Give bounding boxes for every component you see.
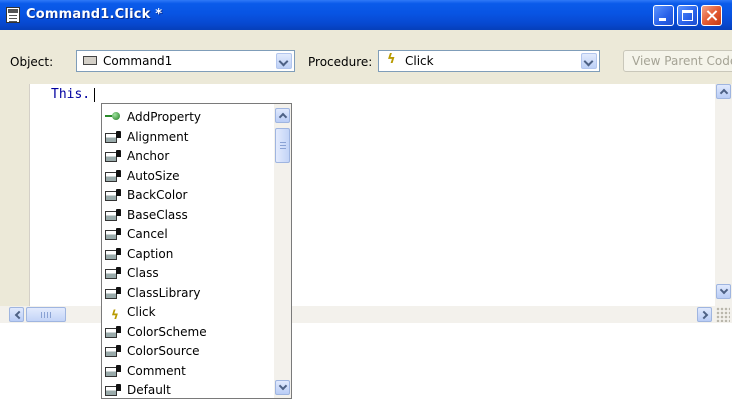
member-list-item[interactable]: Comment	[102, 362, 274, 382]
member-list-item-label: Cancel	[127, 227, 168, 241]
member-list-item[interactable]: Default	[102, 381, 274, 398]
chevron-down-icon[interactable]	[581, 53, 597, 69]
property-icon	[105, 130, 123, 144]
member-list-item[interactable]: Caption	[102, 245, 274, 265]
member-list-item[interactable]: BaseClass	[102, 206, 274, 226]
scroll-down-icon[interactable]	[275, 380, 290, 395]
member-list-item-label: Comment	[127, 363, 186, 378]
member-list-item[interactable]: ColorScheme	[102, 323, 274, 343]
member-list-item[interactable]: BackColor	[102, 186, 274, 206]
object-dropdown[interactable]: Command1	[76, 50, 295, 72]
property-icon	[105, 169, 123, 183]
property-icon	[105, 150, 123, 163]
member-list-item[interactable]: Cancel	[102, 225, 274, 245]
member-list-item[interactable]: ColorSource	[102, 342, 274, 362]
member-list-item[interactable]: Anchor	[102, 147, 274, 167]
member-list-item-label: Default	[127, 383, 171, 397]
member-list-item[interactable]: Alignment	[102, 128, 274, 148]
window-title: Command1.Click *	[26, 7, 163, 22]
member-list-items: AddProperty Alignment Anchor AutoSize BackCo…	[102, 108, 274, 398]
view-parent-code-button[interactable]: View Parent Code	[623, 50, 732, 72]
chevron-down-icon[interactable]	[276, 53, 292, 69]
member-list-scrollbar[interactable]	[274, 104, 291, 398]
member-list-item-label: Click	[127, 305, 156, 319]
member-list-item-label: ColorScheme	[127, 324, 207, 339]
scroll-left-icon[interactable]	[9, 307, 24, 322]
procedure-dropdown-value: Click	[405, 54, 434, 68]
member-list-item-label: BaseClass	[127, 207, 188, 222]
member-list-item-label: ClassLibrary	[127, 285, 201, 300]
method-icon	[105, 111, 123, 124]
code-text: This.	[51, 87, 91, 102]
member-list-item-label: ColorSource	[127, 344, 200, 358]
maximize-button[interactable]	[677, 5, 698, 26]
code-toolbar: Object: Command1 Procedure: ϟ Click View…	[0, 30, 732, 84]
procedure-dropdown[interactable]: ϟ Click	[378, 50, 600, 72]
member-list-item[interactable]: ClassLibrary	[102, 284, 274, 304]
property-icon	[105, 384, 123, 397]
member-list-item-label: AddProperty	[127, 110, 202, 124]
scroll-right-icon[interactable]	[697, 307, 712, 322]
intellisense-member-list[interactable]: AddProperty Alignment Anchor AutoSize BackCo…	[101, 103, 292, 399]
scroll-up-icon[interactable]	[275, 108, 290, 123]
member-list-item[interactable]: AutoSize	[102, 167, 274, 187]
horizontal-scroll-thumb[interactable]	[26, 307, 66, 322]
close-button[interactable]	[701, 5, 722, 26]
minimize-button[interactable]	[653, 5, 674, 26]
property-icon	[105, 208, 123, 222]
lightning-icon: ϟ	[387, 52, 396, 67]
object-dropdown-value: Command1	[103, 54, 173, 68]
object-label: Object:	[10, 55, 54, 69]
resize-grip-icon[interactable]	[716, 307, 730, 322]
vertical-scrollbar[interactable]	[715, 84, 732, 306]
title-bar[interactable]: Command1.Click *	[0, 0, 732, 30]
member-list-item-label: Alignment	[127, 129, 189, 144]
member-list-item-label: Anchor	[127, 149, 170, 163]
command-button-icon	[83, 56, 97, 65]
property-icon	[105, 228, 123, 241]
property-icon	[105, 189, 123, 202]
property-icon	[105, 267, 123, 280]
member-list-scroll-thumb[interactable]	[275, 128, 290, 163]
procedure-label: Procedure:	[308, 55, 373, 69]
property-icon	[105, 247, 123, 261]
property-icon	[105, 364, 123, 378]
member-list-item-label: Caption	[127, 246, 174, 261]
member-list-item-label: Class	[127, 266, 159, 280]
property-icon	[105, 325, 123, 339]
code-line[interactable]: This.	[51, 87, 96, 102]
member-list-item-label: BackColor	[127, 188, 188, 202]
property-icon	[105, 286, 123, 300]
code-window-icon	[6, 7, 20, 23]
member-list-item[interactable]: AddProperty	[102, 108, 274, 128]
member-list-item-label: AutoSize	[127, 168, 180, 183]
scroll-up-icon[interactable]	[716, 84, 731, 99]
member-list-item[interactable]: ϟ Click	[102, 303, 274, 323]
property-icon	[105, 345, 123, 358]
editor-gutter	[11, 84, 30, 306]
scroll-down-icon[interactable]	[716, 284, 731, 299]
text-caret	[94, 87, 96, 102]
lightning-icon: ϟ	[111, 308, 119, 322]
member-list-item[interactable]: Class	[102, 264, 274, 284]
